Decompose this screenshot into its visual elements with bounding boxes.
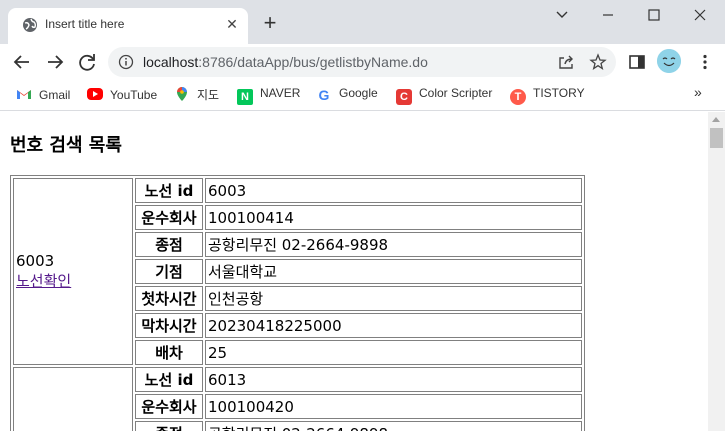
bookmark-label: YouTube	[110, 88, 158, 102]
maps-icon	[174, 86, 190, 102]
route-id-label: 노선 id	[135, 367, 203, 392]
new-tab-button[interactable]: +	[258, 12, 282, 36]
page-title: 번호 검색 목록	[10, 135, 122, 156]
results-table: 6003 노선확인 노선 id 6003 운수회사 100100414 종점 공…	[10, 175, 585, 431]
origin-label: 기점	[135, 259, 203, 284]
interval-label: 배차	[135, 340, 203, 365]
google-icon: G	[318, 87, 330, 103]
share-icon[interactable]	[557, 53, 575, 71]
terminal-value: 공항리무진 02-2664-9898	[205, 232, 582, 257]
forward-arrow-icon[interactable]	[42, 49, 68, 75]
bookmark-color-scripter[interactable]: C Color Scripter	[396, 86, 493, 105]
menu-dots-icon[interactable]	[696, 53, 714, 71]
last-time-value: 20230418225000	[205, 313, 582, 338]
first-time-label: 첫차시간	[135, 286, 203, 311]
bookmark-label: NAVER	[260, 86, 301, 100]
close-tab-icon[interactable]: ✕	[222, 15, 242, 35]
reload-icon[interactable]	[74, 49, 100, 75]
company-value: 100100414	[205, 205, 582, 230]
company-value: 100100420	[205, 394, 582, 419]
bookmark-naver[interactable]: N NAVER	[237, 86, 301, 105]
colorscripter-icon: C	[396, 89, 412, 105]
scrollbar-thumb[interactable]	[710, 128, 723, 148]
first-time-value: 인천공항	[205, 286, 582, 311]
more-bookmarks-button[interactable]: »	[694, 84, 702, 100]
profile-avatar[interactable]	[657, 49, 681, 73]
address-bar[interactable]: localhost:8786/dataApp/bus/getlistbyName…	[108, 47, 616, 77]
route-number: 6003	[16, 252, 55, 270]
browser-toolbar: localhost:8786/dataApp/bus/getlistbyName…	[0, 44, 725, 80]
table-row: 6003 노선확인 노선 id 6003	[13, 178, 582, 365]
bookmark-gmail[interactable]: Gmail	[16, 86, 70, 104]
bookmark-label: Color Scripter	[419, 86, 493, 100]
bookmark-maps[interactable]: 지도	[174, 86, 219, 104]
browser-tab[interactable]: Insert title here ✕	[8, 8, 248, 44]
globe-icon	[23, 18, 37, 32]
scroll-up-arrow-icon[interactable]	[712, 117, 720, 122]
bookmark-tistory[interactable]: T TISTORY	[510, 86, 585, 105]
youtube-icon	[87, 88, 103, 100]
company-label: 운수회사	[135, 205, 203, 230]
page-content: 번호 검색 목록 6003 노선확인 노선 id 6003 운수회사 10010…	[0, 112, 708, 431]
origin-value: 서울대학교	[205, 259, 582, 284]
bookmark-label: TISTORY	[533, 86, 585, 100]
url-host: localhost	[143, 54, 199, 70]
table-row: 노선 id 6013	[13, 367, 582, 431]
terminal-label: 종점	[135, 232, 203, 257]
route-id-value: 6013	[205, 367, 582, 392]
bookmark-label: Gmail	[39, 88, 71, 102]
bookmark-label: 지도	[197, 88, 220, 102]
route-summary-cell	[13, 367, 133, 431]
interval-value: 25	[205, 340, 582, 365]
page-scrollbar[interactable]	[708, 112, 725, 431]
check-route-link[interactable]: 노선확인	[16, 272, 71, 290]
url-text[interactable]: localhost:8786/dataApp/bus/getlistbyName…	[143, 54, 428, 70]
minimize-icon[interactable]	[585, 0, 631, 30]
naver-icon: N	[237, 89, 253, 105]
route-id-label: 노선 id	[135, 178, 203, 203]
info-icon[interactable]	[118, 54, 134, 70]
terminal-value: 공항리무진 02-2664-9898	[205, 421, 582, 431]
bookmarks-bar: Gmail YouTube 지도 N NAVER G Google C Color S…	[0, 80, 725, 111]
maximize-icon[interactable]	[631, 0, 677, 30]
tistory-icon: T	[510, 89, 526, 105]
gmail-icon	[16, 86, 32, 102]
close-window-icon[interactable]	[677, 0, 723, 30]
url-path: :8786/dataApp/bus/getlistbyName.do	[198, 54, 428, 70]
bookmark-youtube[interactable]: YouTube	[87, 86, 157, 104]
bookmark-label: Google	[339, 86, 378, 100]
route-summary-cell: 6003 노선확인	[13, 178, 133, 365]
tab-title: Insert title here	[45, 17, 125, 31]
company-label: 운수회사	[135, 394, 203, 419]
bookmark-star-icon[interactable]	[589, 53, 607, 71]
back-arrow-icon[interactable]	[9, 49, 35, 75]
route-id-value: 6003	[205, 178, 582, 203]
terminal-label: 종점	[135, 421, 203, 431]
smiley-avatar-icon	[657, 49, 681, 73]
side-panel-icon[interactable]	[628, 53, 646, 71]
tab-search-icon[interactable]	[539, 0, 585, 30]
last-time-label: 막차시간	[135, 313, 203, 338]
tab-strip: Insert title here ✕ +	[0, 0, 725, 44]
bookmark-google[interactable]: G Google	[316, 86, 378, 104]
